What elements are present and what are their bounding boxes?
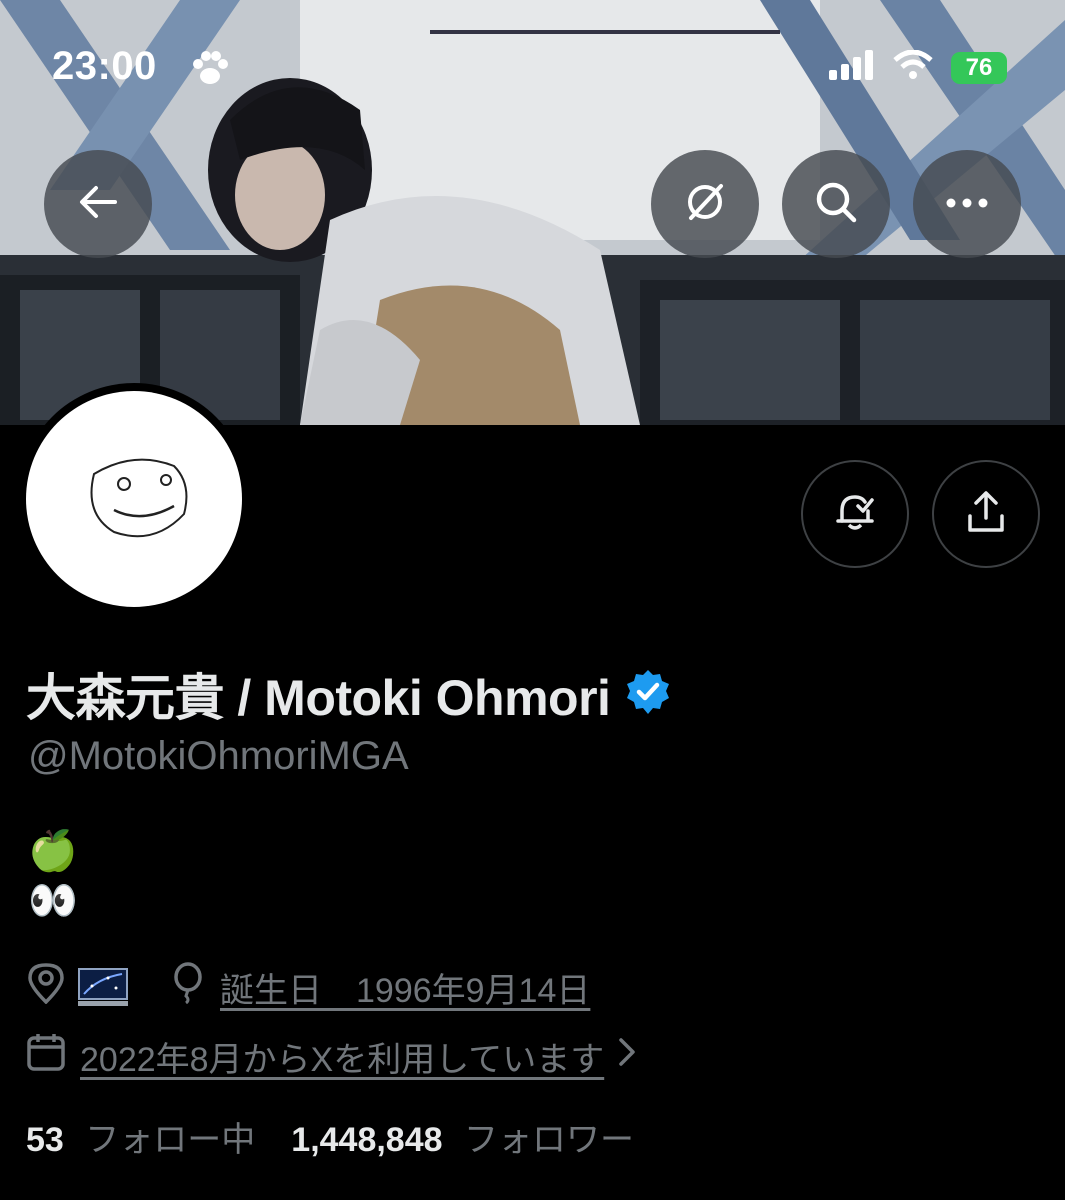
battery-indicator: 76: [951, 51, 1007, 84]
followers-count: 1,448,848: [291, 1121, 443, 1159]
paw-icon: [190, 50, 230, 91]
more-icon: [946, 195, 988, 213]
location-image: [78, 967, 128, 1008]
share-icon: [965, 490, 1007, 539]
calendar-icon: [26, 1032, 66, 1081]
bio: 🍏 👀: [28, 826, 78, 926]
profile-banner[interactable]: 23:00 76: [0, 0, 1065, 425]
search-icon: [814, 180, 858, 229]
battery-level: 76: [965, 53, 993, 81]
grok-button[interactable]: [651, 150, 759, 258]
bio-line: 👀: [28, 879, 78, 923]
birthday: 誕生日 1996年9月14日: [220, 972, 591, 1010]
notifications-button[interactable]: [801, 460, 909, 568]
grok-icon: [683, 180, 727, 229]
joined-date[interactable]: 2022年8月からXを利用しています: [80, 1032, 604, 1081]
location-pin-icon: [26, 962, 66, 1013]
balloon-icon: [172, 962, 204, 1013]
following-link[interactable]: 53 フォロー中: [26, 1112, 255, 1161]
user-handle: @MotokiOhmoriMGA: [28, 734, 409, 778]
signal-icon: [829, 50, 875, 85]
share-button[interactable]: [932, 460, 1040, 568]
follow-stats: 53 フォロー中 1,448,848 フォロワー: [26, 1112, 634, 1161]
name-row: 大森元貴 / Motoki Ohmori: [26, 658, 672, 730]
notification-bell-icon: [832, 489, 878, 540]
following-label: フォロー中: [85, 1121, 256, 1159]
back-arrow-icon: [78, 185, 118, 224]
chevron-right-icon: [618, 1037, 636, 1076]
bio-line: 🍏: [28, 829, 78, 873]
profile-meta: 誕生日 1996年9月14日: [26, 962, 590, 1013]
followers-label: フォロワー: [464, 1121, 634, 1159]
more-button[interactable]: [913, 150, 1021, 258]
followers-link[interactable]: 1,448,848 フォロワー: [291, 1112, 634, 1161]
avatar[interactable]: [18, 383, 250, 615]
following-count: 53: [26, 1121, 64, 1159]
verified-badge-icon[interactable]: [624, 668, 672, 721]
display-name: 大森元貴 / Motoki Ohmori: [26, 670, 611, 726]
joined-row[interactable]: 2022年8月からXを利用しています: [26, 1032, 636, 1081]
search-button[interactable]: [782, 150, 890, 258]
wifi-icon: [893, 49, 933, 85]
back-button[interactable]: [44, 150, 152, 258]
avatar-image: [26, 391, 242, 607]
status-time: 23:00: [52, 44, 157, 88]
